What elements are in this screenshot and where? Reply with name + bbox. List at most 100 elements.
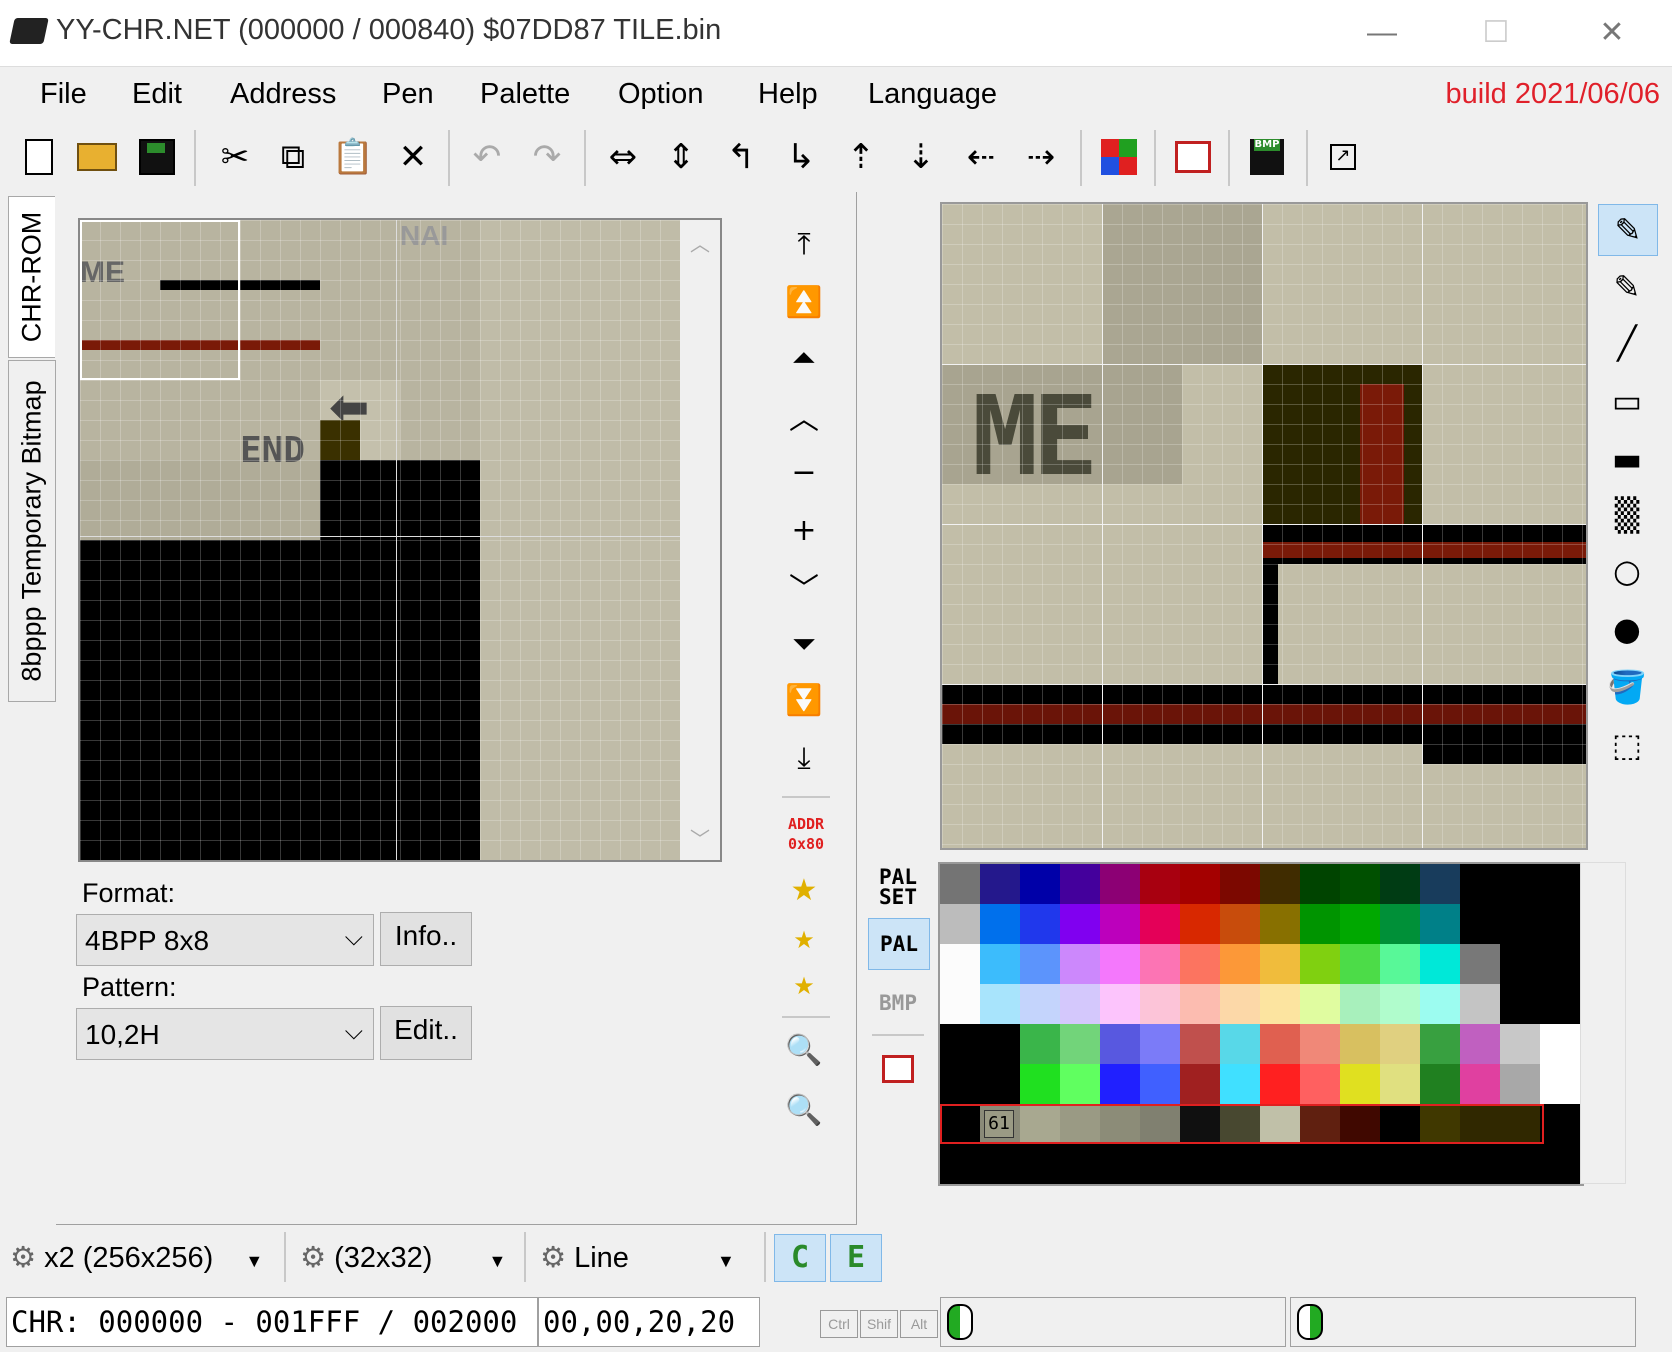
redo-icon[interactable]: ↷ — [522, 132, 572, 182]
palette-swatch[interactable] — [1300, 1024, 1340, 1064]
address-plus-button[interactable]: + — [778, 506, 830, 554]
info-button[interactable]: Info.. — [380, 912, 472, 966]
palette-swatch[interactable] — [1220, 1024, 1260, 1064]
palette-import-icon[interactable] — [1094, 132, 1144, 182]
row-down-icon[interactable]: ﹀ — [778, 562, 830, 610]
palette-swatch[interactable] — [1420, 904, 1460, 944]
palette-swatch[interactable] — [1340, 944, 1380, 984]
palette-swatch[interactable] — [1220, 904, 1260, 944]
menu-language[interactable]: Language — [868, 78, 997, 111]
undo-icon[interactable]: ↶ — [462, 132, 512, 182]
palette-swatch[interactable] — [980, 944, 1020, 984]
palette-swatch[interactable] — [1140, 1064, 1180, 1104]
palette-swatch[interactable] — [1500, 944, 1540, 984]
address-minus-button[interactable]: − — [778, 448, 830, 496]
zoom-in-icon[interactable]: 🔍 — [778, 1026, 830, 1074]
jump-top-icon[interactable]: ⤒ — [778, 220, 830, 268]
delete-icon[interactable]: ✕ — [388, 132, 438, 182]
pal-button[interactable]: PAL — [868, 918, 930, 970]
palette-swatch[interactable] — [1100, 1064, 1140, 1104]
cut-icon[interactable]: ✂ — [210, 132, 260, 182]
palette-swatch[interactable] — [1020, 1064, 1060, 1104]
filled-rectangle-tool-icon[interactable]: ▬ — [1598, 434, 1656, 484]
palette-swatch[interactable] — [1140, 944, 1180, 984]
palette-swatch[interactable] — [1100, 904, 1140, 944]
e-toggle-button[interactable]: E — [830, 1234, 882, 1282]
palette-swatch[interactable] — [1140, 904, 1180, 944]
palette-swatch[interactable] — [1260, 984, 1300, 1024]
palette-swatch[interactable] — [1100, 984, 1140, 1024]
palette-swatch[interactable] — [1060, 904, 1100, 944]
palette-swatch[interactable] — [1500, 984, 1540, 1024]
bookmark-next-icon[interactable]: ★ — [778, 962, 830, 1010]
palette-swatch[interactable] — [1260, 1064, 1300, 1104]
palette-swatch[interactable] — [1300, 904, 1340, 944]
palette-swatch[interactable] — [1460, 864, 1500, 904]
palette-swatch[interactable] — [1300, 984, 1340, 1024]
palette-swatch[interactable] — [980, 864, 1020, 904]
palette-swatch[interactable] — [1300, 944, 1340, 984]
palette-swatch[interactable] — [940, 984, 980, 1024]
shift-right-icon[interactable]: ⇢ — [1016, 132, 1066, 182]
pal-set-button[interactable]: PAL SET — [868, 862, 928, 912]
palette-swatch[interactable] — [1340, 984, 1380, 1024]
grid-setting[interactable]: ⚙ (32x32) ▼ — [300, 1232, 506, 1282]
palette-swatch[interactable] — [1140, 864, 1180, 904]
palette-swatch[interactable] — [1300, 864, 1340, 904]
palette-swatch[interactable] — [1340, 1024, 1380, 1064]
palette-swatch[interactable] — [980, 1064, 1020, 1104]
page-down-icon[interactable]: ⏷ — [778, 620, 830, 668]
rotate-left-icon[interactable]: ↰ — [716, 132, 766, 182]
chr-scrollbar[interactable]: ︿ ﹀ — [680, 220, 720, 860]
menu-file[interactable]: File — [40, 78, 87, 111]
copy-icon[interactable]: ⧉ — [268, 132, 318, 182]
palette-swatch[interactable] — [1220, 1064, 1260, 1104]
format-select[interactable]: 4BPP 8x8 ⌵ — [76, 914, 374, 966]
palette-swatch[interactable] — [1380, 984, 1420, 1024]
palette-swatch[interactable] — [1380, 1024, 1420, 1064]
shift-up-icon[interactable]: ⇡ — [836, 132, 886, 182]
palette-swatch[interactable] — [1060, 864, 1100, 904]
palette-load-icon[interactable] — [868, 1044, 928, 1094]
menu-help[interactable]: Help — [758, 78, 818, 111]
palette-swatch[interactable] — [1340, 904, 1380, 944]
palette-swatch[interactable] — [1100, 1024, 1140, 1064]
palette-swatch[interactable] — [1020, 944, 1060, 984]
palette-swatch[interactable] — [1460, 904, 1500, 944]
palette-swatch[interactable] — [1260, 864, 1300, 904]
palette-swatch[interactable] — [1220, 864, 1260, 904]
palette-swatch[interactable] — [1380, 904, 1420, 944]
menu-palette[interactable]: Palette — [480, 78, 570, 111]
scroll-up-icon[interactable]: ︿ — [690, 228, 710, 257]
palette-swatch[interactable] — [1500, 1024, 1540, 1064]
chr-tile-canvas[interactable]: ⬅ END ME NAI ︿ ﹀ — [78, 218, 722, 862]
minimize-button[interactable]: — — [1352, 10, 1412, 56]
palette-swatch[interactable] — [1540, 1024, 1580, 1064]
palette-swatch[interactable] — [1540, 1064, 1580, 1104]
new-file-icon[interactable] — [14, 132, 64, 182]
shift-down-icon[interactable]: ⇣ — [896, 132, 946, 182]
palette-swatch[interactable] — [980, 904, 1020, 944]
palette-swatch[interactable] — [1460, 984, 1500, 1024]
palette-swatch[interactable] — [1020, 1024, 1060, 1064]
palette-swatch[interactable] — [980, 984, 1020, 1024]
palette-swatch[interactable] — [1500, 904, 1540, 944]
palette-swatch[interactable] — [1500, 1064, 1540, 1104]
palette-swatch[interactable] — [1300, 1064, 1340, 1104]
palette-swatch[interactable] — [1020, 864, 1060, 904]
open-folder-icon[interactable] — [72, 132, 122, 182]
menu-option[interactable]: Option — [618, 78, 703, 111]
close-button[interactable]: ✕ — [1582, 10, 1642, 56]
pattern-fill-tool-icon[interactable]: ▒ — [1598, 490, 1656, 540]
palette-swatch[interactable] — [1340, 1064, 1380, 1104]
palette-swatch[interactable] — [1420, 984, 1460, 1024]
row-up-icon[interactable]: ︿ — [778, 392, 830, 440]
palette-swatch[interactable] — [1260, 904, 1300, 944]
palette-swatch[interactable] — [1460, 1024, 1500, 1064]
menu-pen[interactable]: Pen — [382, 78, 434, 111]
bookmark-add-icon[interactable]: ★ — [778, 866, 830, 914]
page-down-fast-icon[interactable]: ⏬ — [778, 676, 830, 724]
zoom-setting[interactable]: ⚙ x2 (256x256) ▼ — [10, 1232, 263, 1282]
palette-swatch[interactable] — [1220, 944, 1260, 984]
palette-swatch[interactable] — [1060, 984, 1100, 1024]
